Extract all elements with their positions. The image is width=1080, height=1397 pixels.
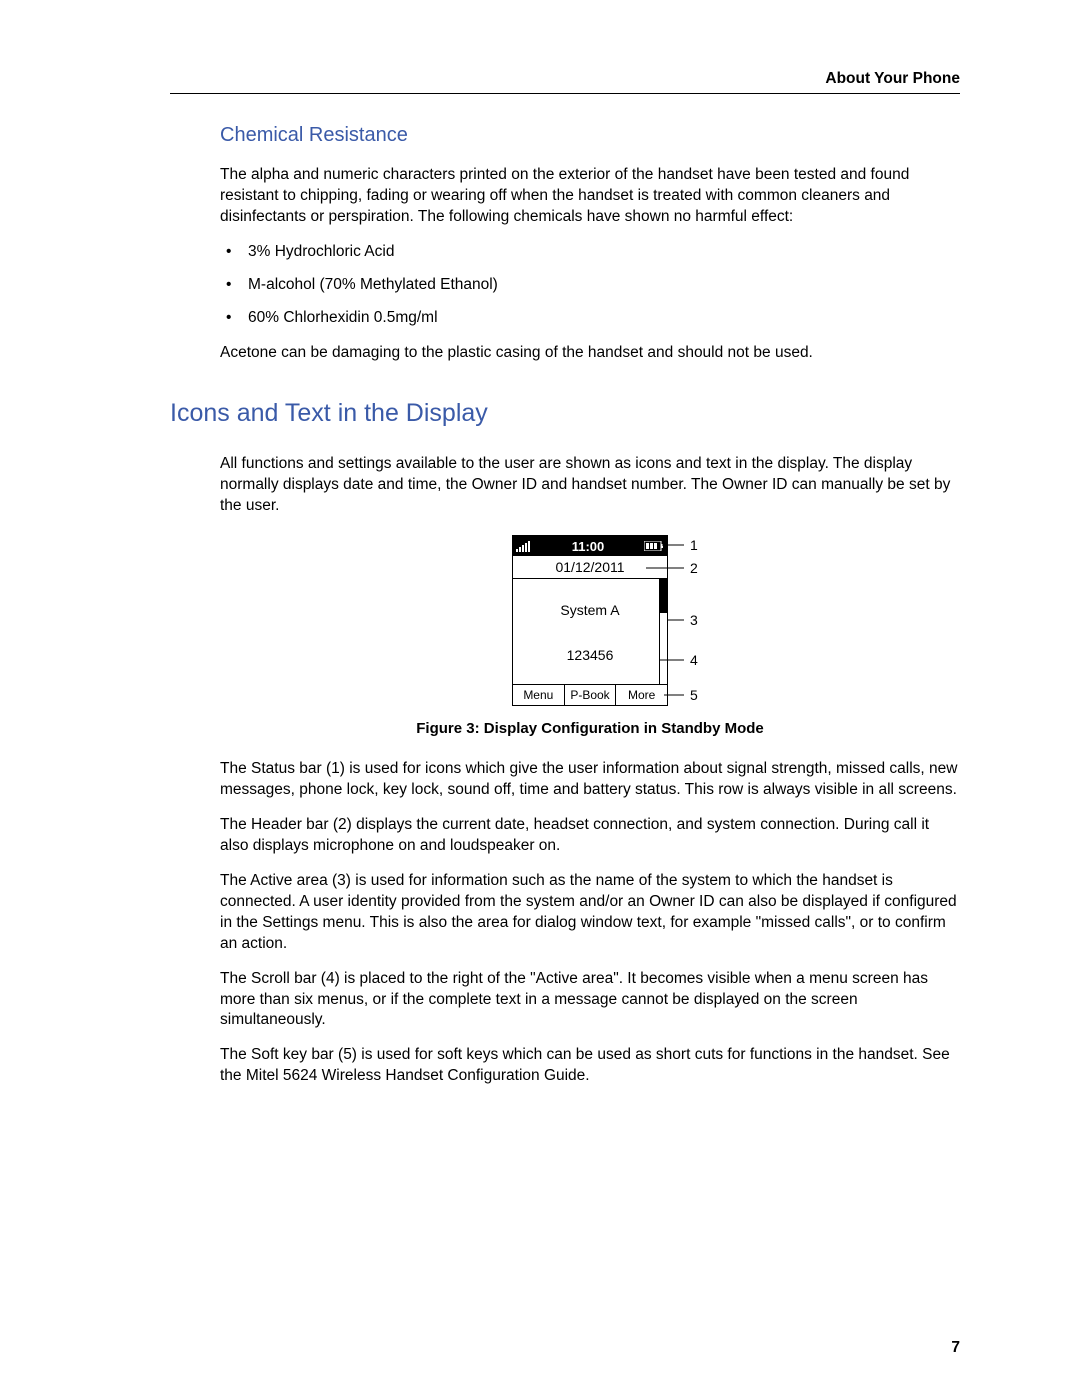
status-bar: 11:00: [513, 536, 667, 556]
battery-icon: [644, 541, 664, 551]
softkey-menu: Menu: [513, 685, 565, 705]
callout-lines: [512, 535, 513, 536]
para-softkey-bar: The Soft key bar (5) is used for soft ke…: [220, 1045, 960, 1087]
heading-icons-and-text: Icons and Text in the Display: [170, 399, 960, 428]
active-area: System A 123456: [513, 579, 667, 684]
para-scroll-bar: The Scroll bar (4) is placed to the righ…: [220, 969, 960, 1032]
header-rule: [170, 93, 960, 94]
page: About Your Phone Chemical Resistance The…: [0, 0, 1080, 1397]
page-number: 7: [951, 1339, 960, 1357]
list-item: 60% Chlorhexidin 0.5mg/ml: [220, 308, 960, 329]
scroll-thumb: [660, 579, 667, 613]
callout-3: 3: [690, 612, 698, 628]
phone-display-illustration: 11:00 01/12/2011 System A 123456: [512, 535, 668, 706]
signal-icon: [516, 540, 532, 552]
heading-chemical-resistance: Chemical Resistance: [220, 124, 960, 147]
para-header-bar: The Header bar (2) displays the current …: [220, 815, 960, 857]
callout-1: 1: [690, 537, 698, 553]
para-status-bar: The Status bar (1) is used for icons whi…: [220, 759, 960, 801]
callout-2: 2: [690, 560, 698, 576]
chemical-intro: The alpha and numeric characters printed…: [220, 165, 960, 228]
callout-5: 5: [690, 687, 698, 703]
header-bar: 01/12/2011: [513, 556, 667, 579]
softkey-bar: Menu P-Book More: [513, 684, 667, 705]
running-head: About Your Phone: [825, 70, 960, 88]
callout-4: 4: [690, 652, 698, 668]
chemical-acetone-note: Acetone can be damaging to the plastic c…: [220, 343, 960, 364]
status-time: 11:00: [572, 539, 605, 554]
handset-number: 123456: [567, 647, 614, 663]
para-active-area: The Active area (3) is used for informat…: [220, 871, 960, 955]
header-date: 01/12/2011: [555, 559, 624, 575]
figure-caption: Figure 3: Display Configuration in Stand…: [220, 720, 960, 737]
icons-intro: All functions and settings available to …: [220, 454, 960, 517]
scroll-bar: [659, 579, 667, 684]
softkey-more: More: [616, 685, 667, 705]
list-item: M-alcohol (70% Methylated Ethanol): [220, 275, 960, 296]
page-content: Chemical Resistance The alpha and numeri…: [220, 124, 960, 1087]
system-name: System A: [560, 602, 619, 618]
figure-display-config: 11:00 01/12/2011 System A 123456: [220, 535, 960, 706]
list-item: 3% Hydrochloric Acid: [220, 242, 960, 263]
chemical-list: 3% Hydrochloric Acid M-alcohol (70% Meth…: [220, 242, 960, 329]
softkey-pbook: P-Book: [565, 685, 617, 705]
phone-screen: 11:00 01/12/2011 System A 123456: [512, 535, 668, 706]
